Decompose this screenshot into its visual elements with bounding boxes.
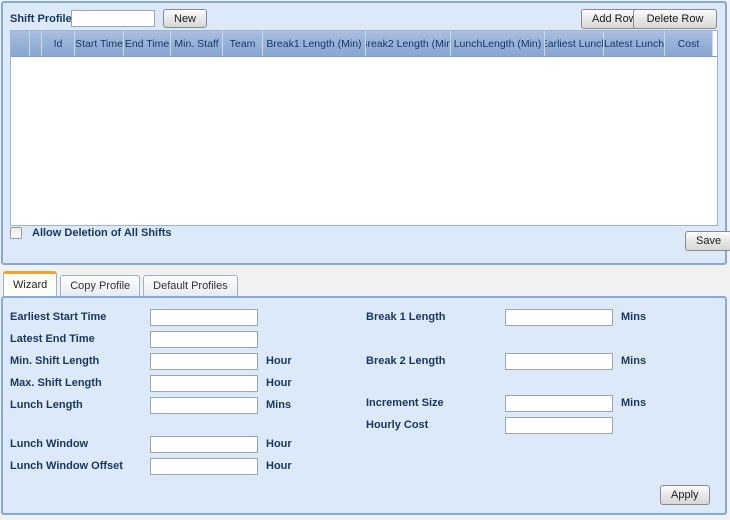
break-1-length-label: Break 1 Length xyxy=(366,311,446,323)
apply-button[interactable]: Apply xyxy=(660,485,710,505)
lunch-window-unit-label: Hour xyxy=(266,438,292,450)
earliest-start-time-label: Earliest Start Time xyxy=(10,311,107,323)
tab-default-profiles[interactable]: Default Profiles xyxy=(143,275,238,296)
lunch-window-offset-input[interactable] xyxy=(150,458,258,475)
max-shift-length-input[interactable] xyxy=(150,375,258,392)
lunch-window-offset-unit-label: Hour xyxy=(266,460,292,472)
break-2-length-input[interactable] xyxy=(505,353,613,370)
wizard-panel: Apply Earliest Start Time Latest End Time… xyxy=(1,296,727,515)
max-shift-length-unit-label: Hour xyxy=(266,377,292,389)
grid-column-header-end-time[interactable]: End Time xyxy=(124,31,171,56)
grid-column-header-latest-lunch[interactable]: Latest Lunch xyxy=(604,31,665,56)
grid-column-header-start-time[interactable]: Start Time xyxy=(75,31,124,56)
grid-column-header-cost[interactable]: Cost xyxy=(665,31,713,56)
grid-header-filler xyxy=(713,31,717,56)
break-2-length-label: Break 2 Length xyxy=(366,355,446,367)
grid-column-header-break2-length-min[interactable]: Break2 Length (Min) xyxy=(366,31,451,56)
grid-column-header-min-staff[interactable]: Min. Staff xyxy=(171,31,223,56)
tab-wizard[interactable]: Wizard xyxy=(3,271,58,296)
break-1-length-unit-label: Mins xyxy=(621,311,647,323)
shifts-grid-header: Id Start Time End Time Min. Staff Team Break1… xyxy=(11,31,717,57)
hourly-cost-label: Hourly Cost xyxy=(366,419,429,431)
new-button[interactable]: New xyxy=(163,9,208,28)
grid-column-header-break1-length-min[interactable]: Break1 Length (Min) xyxy=(263,31,366,56)
lunch-length-unit-label: Mins xyxy=(266,399,292,411)
grid-column-header-id[interactable]: Id xyxy=(42,31,75,56)
shifts-grid-body xyxy=(11,58,717,225)
grid-column-header-team[interactable]: Team xyxy=(223,31,263,56)
latest-end-time-input[interactable] xyxy=(150,331,258,348)
earliest-start-time-input[interactable] xyxy=(150,309,258,326)
delete-row-button[interactable]: Delete Row xyxy=(633,9,717,29)
lunch-length-label: Lunch Length xyxy=(10,399,83,411)
min-shift-length-input[interactable] xyxy=(150,353,258,370)
grid-column-header-lunchlength-min[interactable]: LunchLength (Min) xyxy=(451,31,545,56)
increment-size-label: Increment Size xyxy=(366,397,444,409)
allow-deletion-label: Allow Deletion of All Shifts xyxy=(32,227,172,239)
save-button[interactable]: Save xyxy=(685,231,730,251)
max-shift-length-label: Max. Shift Length xyxy=(10,377,102,389)
lunch-length-input[interactable] xyxy=(150,397,258,414)
tab-copy-profile[interactable]: Copy Profile xyxy=(60,275,141,296)
shift-profile-input[interactable] xyxy=(71,10,155,27)
lunch-window-label: Lunch Window xyxy=(10,438,89,450)
min-shift-length-label: Min. Shift Length xyxy=(10,355,100,367)
grid-column-header[interactable] xyxy=(30,31,42,56)
latest-end-time-label: Latest End Time xyxy=(10,333,95,345)
grid-column-header-earliest-lunch[interactable]: Earliest Lunch xyxy=(545,31,604,56)
shift-profile-label: Shift Profile xyxy=(10,13,72,25)
lunch-window-input[interactable] xyxy=(150,436,258,453)
grid-column-header[interactable] xyxy=(11,31,30,56)
hourly-cost-input[interactable] xyxy=(505,417,613,434)
increment-size-unit-label: Mins xyxy=(621,397,647,409)
break-1-length-input[interactable] xyxy=(505,309,613,326)
allow-deletion-checkbox[interactable] xyxy=(10,227,22,239)
increment-size-input[interactable] xyxy=(505,395,613,412)
break-2-length-unit-label: Mins xyxy=(621,355,647,367)
shift-profile-panel: Shift Profile New Add Row Delete Row Id S… xyxy=(1,1,730,265)
lunch-window-offset-label: Lunch Window Offset xyxy=(10,460,123,472)
min-shift-length-unit-label: Hour xyxy=(266,355,292,367)
shifts-grid: Id Start Time End Time Min. Staff Team Break1… xyxy=(10,30,718,226)
profile-tabbar: Wizard Copy Profile Default Profiles xyxy=(3,270,241,296)
